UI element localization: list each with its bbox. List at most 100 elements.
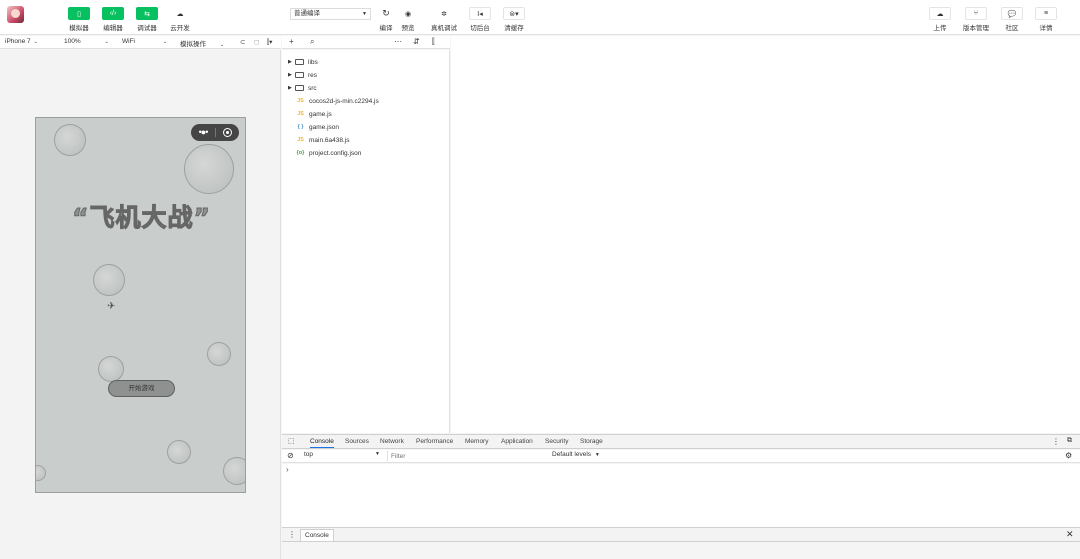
simulator-panel: •●• “飞机大战” ✈ 开始游戏 bbox=[0, 50, 281, 559]
simulator-toolbar: iPhone 7 ⌄ 100% ⌄ WiFi ⌄ 模拟操作 ⌄ ⊂ ◻ ⫿▾ bbox=[0, 36, 281, 49]
file-tree-toolbar: + ⌕ ⋯ ⇵ ⫿ bbox=[282, 36, 450, 49]
folder-name: libs bbox=[308, 58, 318, 66]
chevron-down-icon: ▼ bbox=[594, 452, 600, 458]
compile-mode-select[interactable]: 普通编译 ▼ bbox=[290, 8, 371, 20]
chevron-down-icon: ▼ bbox=[362, 11, 367, 17]
code-editor[interactable] bbox=[451, 36, 1080, 433]
inspect-icon[interactable]: ⬚ bbox=[288, 437, 295, 445]
drawer-menu-icon[interactable]: ⋮ bbox=[288, 530, 296, 539]
compile-mode-value: 普通编译 bbox=[294, 10, 320, 17]
rotate-icon[interactable]: ⊂ bbox=[240, 38, 245, 46]
tab-console[interactable]: Console bbox=[310, 438, 334, 448]
preview-button[interactable]: ◉ 预览 bbox=[391, 7, 425, 32]
clear-cache-icon: ⊜▾ bbox=[503, 7, 525, 20]
preview-label: 预览 bbox=[401, 25, 415, 32]
close-target-icon[interactable] bbox=[216, 128, 239, 137]
operation-select[interactable]: 模拟操作 ⌄ bbox=[180, 38, 224, 48]
cloud-dev-button[interactable]: ☁ 云开发 bbox=[163, 7, 197, 32]
clear-cache-label: 清缓存 bbox=[504, 25, 524, 32]
details-label: 详情 bbox=[1039, 25, 1053, 32]
file-item[interactable]: JS game.js bbox=[282, 108, 450, 120]
remote-debug-button[interactable]: ✲ 真机调试 bbox=[427, 7, 461, 32]
json-file-icon: { } bbox=[297, 124, 304, 130]
sound-icon[interactable]: ◻ bbox=[254, 38, 259, 46]
crater bbox=[223, 457, 245, 485]
game-title: “飞机大战” bbox=[72, 203, 211, 233]
zoom-select[interactable]: 100% ⌄ bbox=[64, 38, 109, 45]
context-select[interactable]: top ▼ bbox=[304, 451, 380, 461]
clear-console-icon[interactable]: ⊘ bbox=[287, 451, 294, 460]
console-prompt: › bbox=[286, 465, 289, 474]
clear-cache-button[interactable]: ⊜▾ 清缓存 bbox=[497, 7, 531, 32]
debugger-toggle-button[interactable]: ⇆ 调试器 bbox=[130, 7, 164, 32]
simulator-label: 模拟器 bbox=[69, 25, 89, 32]
chevron-down-icon: ▼ bbox=[375, 451, 380, 457]
tab-memory[interactable]: Memory bbox=[465, 438, 488, 445]
file-name: game.js bbox=[309, 110, 332, 118]
file-item[interactable]: JS main.6a438.js bbox=[282, 134, 450, 146]
file-name: cocos2d-js-min.c2294.js bbox=[309, 97, 379, 105]
tab-sources[interactable]: Sources bbox=[345, 438, 369, 445]
tab-security[interactable]: Security bbox=[545, 438, 568, 445]
simulator-toggle-button[interactable]: ▯ 模拟器 bbox=[62, 7, 96, 32]
community-button[interactable]: 💬 社区 bbox=[995, 7, 1029, 32]
version-icon: ⑂ bbox=[965, 7, 987, 20]
folder-res[interactable]: ▶ res bbox=[282, 69, 450, 81]
split-icon[interactable]: ⇵ bbox=[413, 37, 420, 46]
device-select[interactable]: iPhone 7 ⌄ bbox=[5, 38, 38, 45]
console-filter-input[interactable] bbox=[387, 451, 547, 461]
tab-application[interactable]: Application bbox=[501, 438, 533, 445]
undock-icon[interactable]: ⧉ bbox=[1067, 437, 1072, 445]
more-icon[interactable]: ⫿▾ bbox=[267, 38, 272, 47]
layout-icon[interactable]: ⫿ bbox=[432, 37, 435, 47]
crater bbox=[207, 342, 231, 366]
folder-libs[interactable]: ▶ libs bbox=[282, 56, 450, 68]
file-item[interactable]: {o} project.config.json bbox=[282, 147, 450, 159]
capsule-menu[interactable]: •●• bbox=[191, 124, 239, 141]
details-button[interactable]: ≡ 详情 bbox=[1029, 7, 1063, 32]
expand-arrow-icon[interactable]: ▶ bbox=[288, 85, 295, 91]
tab-performance[interactable]: Performance bbox=[416, 438, 453, 445]
js-file-icon: JS bbox=[297, 98, 304, 104]
log-levels-select[interactable]: Default levels ▼ bbox=[552, 451, 600, 458]
gear-icon[interactable]: ⚙ bbox=[1065, 451, 1072, 460]
folder-src[interactable]: ▶ src bbox=[282, 82, 450, 94]
kebab-menu-icon[interactable]: ⋮ bbox=[1052, 437, 1060, 446]
bug-icon: ✲ bbox=[433, 7, 455, 20]
cloud-dev-label: 云开发 bbox=[170, 25, 190, 32]
eye-icon: ◉ bbox=[397, 7, 419, 20]
log-levels-value: Default levels bbox=[552, 451, 592, 458]
avatar[interactable] bbox=[7, 6, 24, 23]
tab-network[interactable]: Network bbox=[380, 438, 404, 445]
plane-icon: ✈ bbox=[107, 301, 116, 312]
config-file-icon: {o} bbox=[296, 150, 305, 156]
file-tree: ▶ libs ▶ res ▶ src JS cocos2d-js-min.c22… bbox=[282, 50, 450, 433]
crater bbox=[93, 264, 125, 296]
chevron-down-icon: ⌄ bbox=[104, 39, 109, 45]
more-dots-icon[interactable]: •●• bbox=[191, 128, 215, 137]
file-item[interactable]: JS cocos2d-js-min.c2294.js bbox=[282, 95, 450, 107]
crater bbox=[54, 124, 86, 156]
background-button[interactable]: I◂ 切后台 bbox=[463, 7, 497, 32]
phone-screen[interactable]: •●• “飞机大战” ✈ 开始游戏 bbox=[35, 117, 246, 493]
editor-toggle-button[interactable]: ‹/› 编辑器 bbox=[96, 7, 130, 32]
expand-arrow-icon[interactable]: ▶ bbox=[288, 72, 295, 78]
tab-storage[interactable]: Storage bbox=[580, 438, 603, 445]
network-value: WiFi bbox=[122, 38, 135, 45]
background-icon: I◂ bbox=[469, 7, 491, 20]
file-name: game.json bbox=[309, 123, 339, 131]
drawer-tab-console[interactable]: Console bbox=[300, 529, 334, 541]
add-icon[interactable]: + bbox=[289, 37, 294, 46]
device-value: iPhone 7 bbox=[5, 38, 31, 45]
start-game-button[interactable]: 开始游戏 bbox=[108, 380, 175, 397]
upload-button[interactable]: ☁ 上传 bbox=[923, 7, 957, 32]
console-output[interactable]: › bbox=[282, 464, 1080, 527]
crater bbox=[36, 465, 46, 481]
search-icon[interactable]: ⌕ bbox=[310, 37, 314, 47]
version-button[interactable]: ⑂ 版本管理 bbox=[959, 7, 993, 32]
collapse-icon[interactable]: ⋯ bbox=[394, 37, 402, 46]
file-item[interactable]: { } game.json bbox=[282, 121, 450, 133]
expand-arrow-icon[interactable]: ▶ bbox=[288, 59, 295, 65]
network-select[interactable]: WiFi ⌄ bbox=[122, 38, 167, 45]
close-icon[interactable]: ✕ bbox=[1066, 529, 1074, 540]
